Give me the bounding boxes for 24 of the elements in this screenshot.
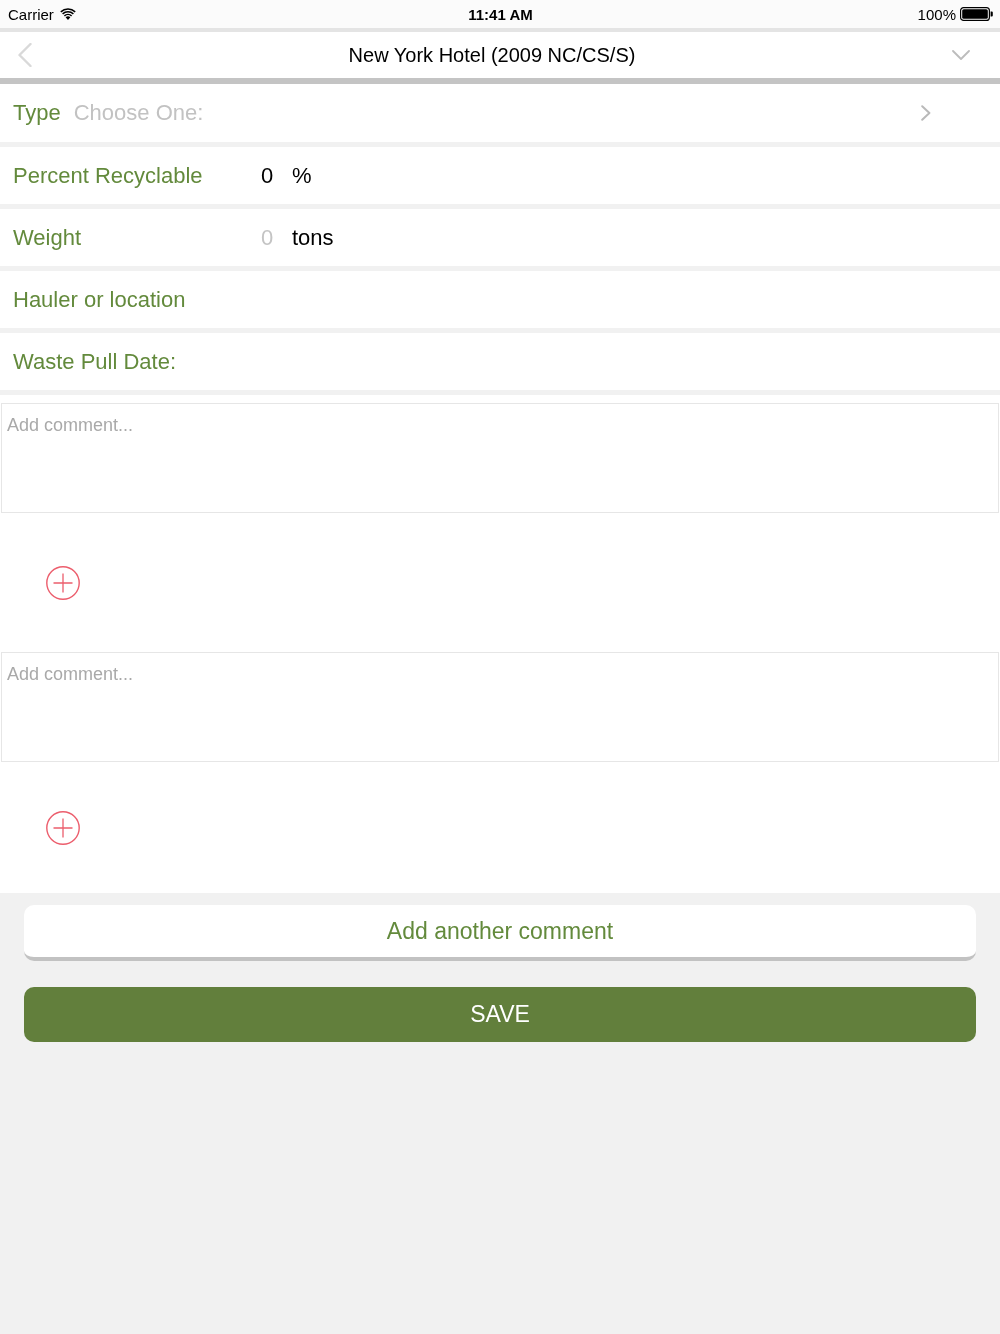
comment-field[interactable]: Add comment...: [1, 403, 999, 513]
number-field[interactable]: 0: [258, 162, 290, 189]
battery-icon: [960, 7, 993, 21]
field-label: Hauler or location: [13, 286, 186, 313]
field-label: Percent Recyclable: [13, 162, 204, 189]
add-comment-button[interactable]: Add another comment: [24, 905, 976, 961]
field-label: Type: [13, 100, 61, 126]
clock-time: 11:41 AM: [468, 5, 533, 23]
add-circle-icon[interactable]: [46, 810, 80, 845]
unit-label: %: [292, 162, 312, 189]
unit-label: tons: [292, 224, 334, 251]
screen-title: New York Hotel (2009 NC/CS/S): [348, 43, 636, 67]
battery-percent: 100%: [917, 5, 956, 23]
back-chevron-icon[interactable]: [18, 43, 32, 67]
chevron-right-icon[interactable]: [921, 105, 931, 121]
save-button[interactable]: SAVE: [24, 987, 976, 1042]
chevron-down-icon[interactable]: [952, 50, 970, 60]
add-circle-icon[interactable]: [46, 565, 80, 600]
comment-field[interactable]: Add comment...: [1, 652, 999, 762]
carrier-label: Carrier: [8, 5, 54, 23]
wifi-icon: [59, 8, 76, 20]
field-label: Weight: [13, 224, 83, 251]
number-field[interactable]: 0: [258, 224, 290, 251]
field-label: Waste Pull Date:: [13, 348, 177, 375]
